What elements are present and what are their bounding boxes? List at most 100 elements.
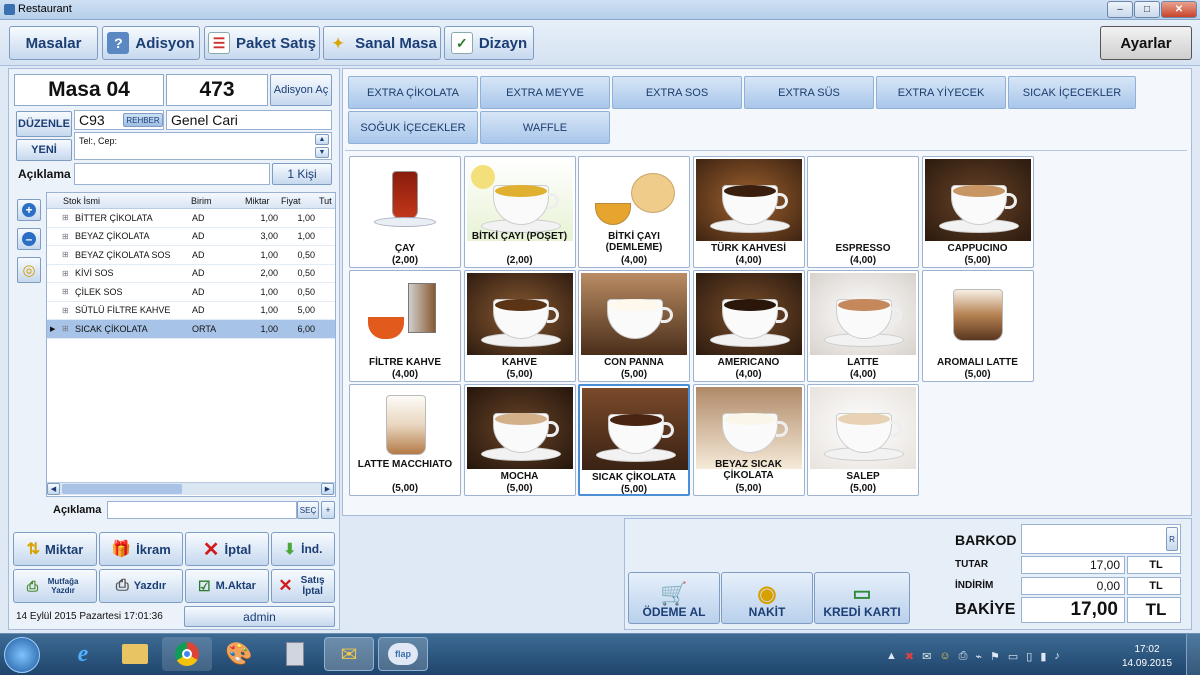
table-row[interactable]: ⊞ BEYAZ ÇİKOLATA SOS AD 1,00 0,50 xyxy=(47,246,335,265)
tray-battery-icon[interactable]: ▯ xyxy=(1026,650,1032,663)
taskbar-restaurant[interactable]: ✉ xyxy=(324,637,374,671)
product-tile[interactable]: AROMALI LATTE (5,00) xyxy=(921,270,1034,382)
sanal-masa-button[interactable]: ✦ Sanal Masa xyxy=(323,26,441,60)
expand-icon[interactable]: ⊞ xyxy=(62,209,72,227)
product-tile[interactable]: KAHVE (5,00) xyxy=(463,270,576,382)
coins-button[interactable]: ◎ xyxy=(17,257,41,283)
kisi-button[interactable]: 1 Kişi xyxy=(272,163,332,185)
taskbar-chrome[interactable] xyxy=(162,637,212,671)
ayarlar-button[interactable]: Ayarlar xyxy=(1100,26,1192,60)
grid-hscrollbar[interactable]: ◀ ▶ xyxy=(47,482,335,495)
category-button[interactable]: EXTRA ÇİKOLATA xyxy=(348,76,478,109)
add-row-button[interactable]: + xyxy=(17,199,41,221)
maximize-button[interactable]: □ xyxy=(1134,1,1160,18)
scroll-thumb[interactable] xyxy=(62,484,182,494)
m-aktar-button[interactable]: ☑ M.Aktar xyxy=(185,569,269,603)
miktar-button[interactable]: ⇅ Miktar xyxy=(13,532,97,566)
tray-printer-icon[interactable]: ⎙ xyxy=(959,650,968,663)
minimize-button[interactable]: – xyxy=(1107,1,1133,18)
expand-icon[interactable]: ⊞ xyxy=(62,283,72,301)
user-button[interactable]: admin xyxy=(184,606,335,627)
product-tile[interactable]: LATTE MACCHIATO (5,00) xyxy=(349,384,461,496)
close-button[interactable]: ✕ xyxy=(1161,1,1197,18)
product-tile[interactable]: ÇAY (2,00) xyxy=(349,156,461,268)
tray-display-icon[interactable]: ▭ xyxy=(1008,650,1018,663)
iptal-button[interactable]: ✕ İptal xyxy=(185,532,269,566)
tray-flag-icon[interactable]: ⚑ xyxy=(990,650,1000,663)
tray-mail-icon[interactable]: ✉ xyxy=(922,650,931,663)
odeme-al-button[interactable]: 🛒 ÖDEME AL xyxy=(628,572,720,624)
expand-icon[interactable]: ⊞ xyxy=(62,302,72,320)
product-tile[interactable]: BİTKİ ÇAYI (POŞET) (2,00) xyxy=(463,156,576,268)
ind-button[interactable]: ⬇ İnd. xyxy=(271,532,335,566)
table-row[interactable]: ▶ ⊞ SICAK ÇİKOLATA ORTA 1,00 6,00 xyxy=(47,320,335,339)
category-button[interactable]: EXTRA SOS xyxy=(612,76,742,109)
mutfaga-yazdir-button[interactable]: ⎙ Mutfağa Yazdır xyxy=(13,569,97,603)
product-tile[interactable]: MOCHA (5,00) xyxy=(463,384,576,496)
taskbar-paint[interactable]: 🎨 xyxy=(214,637,264,671)
taskbar-ie[interactable]: e xyxy=(58,637,108,671)
adisyon-button[interactable]: ? Adisyon xyxy=(102,26,200,60)
category-button[interactable]: EXTRA YİYECEK xyxy=(876,76,1006,109)
taskbar-flap[interactable]: flap xyxy=(378,637,428,671)
product-tile[interactable]: BİTKİ ÇAYI (DEMLEME) (4,00) xyxy=(578,156,690,268)
category-button[interactable]: EXTRA MEYVE xyxy=(480,76,610,109)
kredi-karti-button[interactable]: ▭ KREDİ KARTI xyxy=(814,572,910,624)
adisyon-ac-button[interactable]: Adisyon Aç xyxy=(270,74,332,106)
tray-app-icon[interactable]: ☺ xyxy=(939,650,950,663)
contact-field[interactable]: Tel:, Cep: xyxy=(74,132,332,160)
barkod-r-button[interactable]: R xyxy=(1166,527,1178,551)
grid-aciklama-input[interactable] xyxy=(107,501,297,519)
table-row[interactable]: ⊞ KİVİ SOS AD 2,00 0,50 xyxy=(47,265,335,283)
tray-usb-icon[interactable]: ⌁ xyxy=(975,650,982,663)
satis-iptal-button[interactable]: ✕ Satış İptal xyxy=(271,569,335,603)
taskbar-clock[interactable]: 17:02 14.09.2015 xyxy=(1122,643,1172,671)
customer-name-field[interactable]: Genel Cari xyxy=(166,110,332,130)
product-tile[interactable]: AMERICANO (4,00) xyxy=(692,270,805,382)
scroll-up-icon[interactable]: ▲ xyxy=(315,134,329,145)
product-tile[interactable]: FİLTRE KAHVE (4,00) xyxy=(349,270,461,382)
duzenle-button[interactable]: DÜZENLE xyxy=(16,111,72,137)
expand-icon[interactable]: ⊞ xyxy=(62,320,72,338)
table-row[interactable]: ⊞ ÇİLEK SOS AD 1,00 0,50 xyxy=(47,283,335,302)
table-row[interactable]: ⊞ BİTTER ÇİKOLATA AD 1,00 1,00 xyxy=(47,209,335,228)
product-tile[interactable]: SICAK ÇİKOLATA (5,00) xyxy=(578,384,690,496)
category-button[interactable]: SOĞUK İÇECEKLER xyxy=(348,111,478,144)
tray-network-icon[interactable]: ▮ xyxy=(1040,650,1046,663)
ikram-button[interactable]: 🎁 İkram xyxy=(99,532,183,566)
product-tile[interactable]: LATTE (4,00) xyxy=(807,270,919,382)
rehber-button[interactable]: REHBER xyxy=(123,113,163,127)
scroll-left-icon[interactable]: ◀ xyxy=(47,483,60,495)
product-tile[interactable]: TÜRK KAHVESİ (4,00) xyxy=(692,156,805,268)
scroll-right-icon[interactable]: ▶ xyxy=(321,483,334,495)
expand-icon[interactable]: ⊞ xyxy=(62,265,72,283)
expand-icon[interactable]: ⊞ xyxy=(62,228,72,246)
taskbar-explorer[interactable] xyxy=(110,637,160,671)
product-tile[interactable]: CON PANNA (5,00) xyxy=(578,270,690,382)
start-button[interactable] xyxy=(4,637,40,673)
taskbar-calculator[interactable] xyxy=(270,637,320,671)
scroll-down-icon[interactable]: ▼ xyxy=(315,147,329,158)
show-desktop-button[interactable] xyxy=(1186,634,1200,675)
masalar-button[interactable]: Masalar xyxy=(9,26,98,60)
sec-button[interactable]: SEÇ xyxy=(297,501,319,519)
expand-icon[interactable]: ⊞ xyxy=(62,246,72,264)
paket-satis-button[interactable]: ☰ Paket Satış xyxy=(204,26,320,60)
product-tile[interactable]: BEYAZ SICAK ÇİKOLATA (5,00) xyxy=(692,384,805,496)
yazdir-button[interactable]: ⎙ Yazdır xyxy=(99,569,183,603)
dizayn-button[interactable]: ✓ Dizayn xyxy=(444,26,534,60)
sec-add-button[interactable]: + xyxy=(321,501,335,519)
table-row[interactable]: ⊞ BEYAZ ÇİKOLATA AD 3,00 1,00 xyxy=(47,228,335,246)
category-button[interactable]: WAFFLE xyxy=(480,111,610,144)
barkod-input[interactable] xyxy=(1021,524,1181,554)
category-button[interactable]: EXTRA SÜS xyxy=(744,76,874,109)
category-button[interactable]: SICAK İÇECEKLER xyxy=(1008,76,1136,109)
tray-volume-icon[interactable]: ♪ xyxy=(1054,650,1060,663)
yeni-button[interactable]: YENİ xyxy=(16,139,72,161)
nakit-button[interactable]: ◉ NAKİT xyxy=(721,572,813,624)
tray-arrow-icon[interactable]: ▲ xyxy=(886,650,897,663)
product-tile[interactable]: ESPRESSO (4,00) xyxy=(807,156,919,268)
remove-row-button[interactable]: – xyxy=(17,228,41,250)
product-tile[interactable]: SALEP (5,00) xyxy=(807,384,919,496)
product-tile[interactable]: CAPPUCINO (5,00) xyxy=(921,156,1034,268)
